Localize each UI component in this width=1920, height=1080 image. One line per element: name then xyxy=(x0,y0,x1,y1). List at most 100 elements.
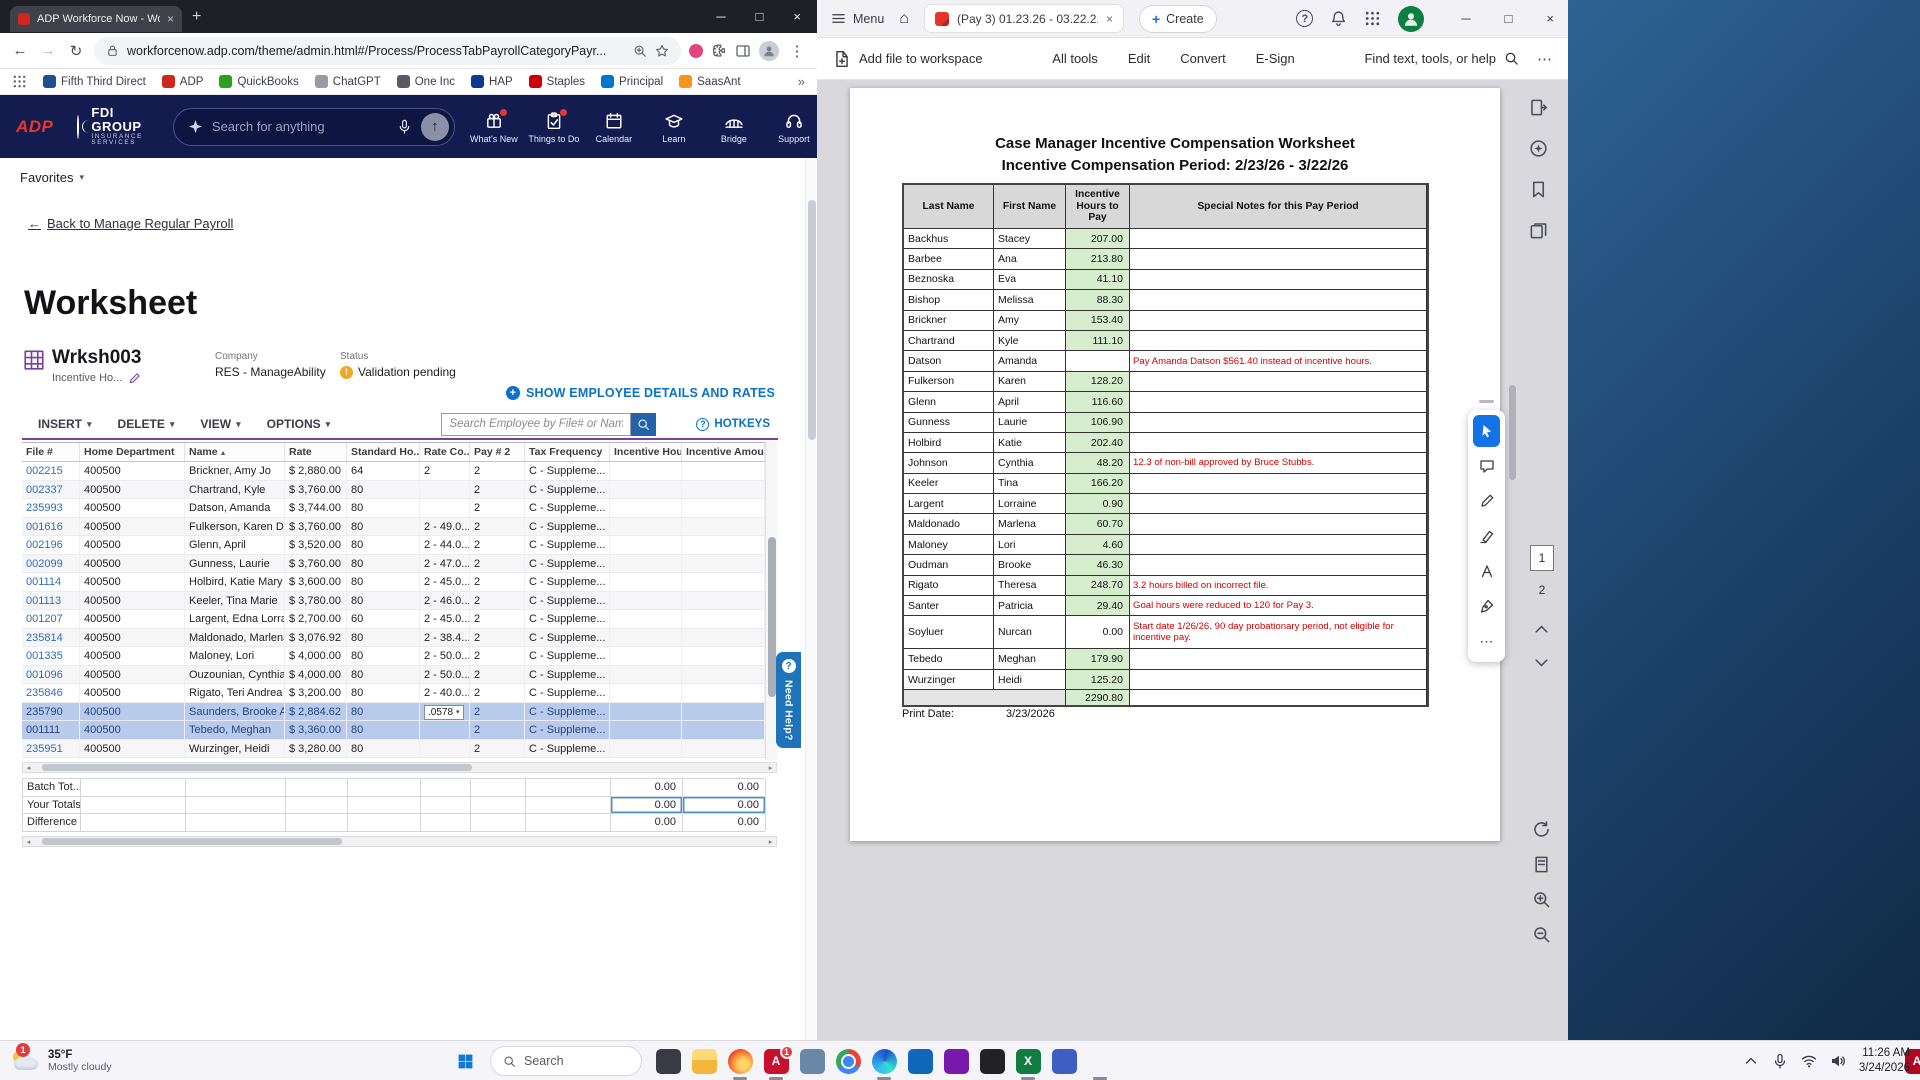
grid-row[interactable]: 002337400500Chartrand, Kyle$ 3,760.00802… xyxy=(22,481,765,500)
file-number-cell[interactable]: 001111 xyxy=(22,721,80,739)
employee-search-button[interactable] xyxy=(631,413,656,436)
bookmark-hap[interactable]: HAP xyxy=(471,75,513,88)
incentive-hours-cell[interactable] xyxy=(610,647,682,665)
file-number-cell[interactable]: 002196 xyxy=(22,536,80,554)
bookmark-one-inc[interactable]: One Inc xyxy=(397,75,455,88)
incentive-amount-cell[interactable] xyxy=(682,536,765,554)
comment-tool-button[interactable] xyxy=(1473,450,1500,482)
apps-grid-icon[interactable] xyxy=(1364,10,1381,27)
column-header[interactable]: Tax Frequency xyxy=(525,443,610,461)
file-number-cell[interactable]: 002337 xyxy=(22,481,80,499)
column-header[interactable]: Rate xyxy=(285,443,347,461)
file-number-cell[interactable]: 002215 xyxy=(22,462,80,480)
page-thumbnail-1[interactable]: 1 xyxy=(1530,545,1554,571)
back-to-payroll-link[interactable]: ←Back to Manage Regular Payroll xyxy=(28,216,233,231)
grid-row[interactable]: 002196400500Glenn, April$ 3,520.00802 - … xyxy=(22,536,765,555)
mic-icon[interactable] xyxy=(1772,1053,1788,1069)
export-pdf-icon[interactable] xyxy=(1529,98,1548,117)
column-header[interactable]: File # xyxy=(22,443,80,461)
incentive-hours-cell[interactable] xyxy=(610,462,682,480)
adp-nav-bridge[interactable]: Bridge xyxy=(707,110,761,144)
incentive-hours-cell[interactable] xyxy=(610,573,682,591)
incentive-hours-cell[interactable] xyxy=(610,592,682,610)
file-number-cell[interactable]: 001114 xyxy=(22,573,80,591)
incentive-amount-cell[interactable] xyxy=(682,647,765,665)
file-number-cell[interactable]: 001096 xyxy=(22,666,80,684)
file-number-cell[interactable]: 001113 xyxy=(22,592,80,610)
file-number-cell[interactable]: 235951 xyxy=(22,740,80,758)
column-header[interactable]: Pay # 2 xyxy=(470,443,525,461)
start-button[interactable] xyxy=(448,1044,482,1078)
incentive-amount-cell[interactable] xyxy=(682,684,765,702)
taskbar-app-edge[interactable] xyxy=(866,1041,902,1080)
bookmark-staples[interactable]: Staples xyxy=(529,75,585,88)
browser-menu-icon[interactable]: ⋮ xyxy=(787,42,807,60)
taskbar-app-firefox[interactable] xyxy=(722,1041,758,1080)
wifi-icon[interactable] xyxy=(1801,1053,1817,1069)
grid-horizontal-scrollbar[interactable]: ◂▸ xyxy=(22,762,777,773)
scrollbar-thumb[interactable] xyxy=(42,764,472,771)
taskbar-app-quickbooks[interactable] xyxy=(974,1041,1010,1080)
site-info-icon[interactable] xyxy=(106,44,119,57)
incentive-amount-cell[interactable] xyxy=(682,610,765,628)
maximize-button[interactable]: □ xyxy=(1505,11,1513,26)
new-tab-button[interactable]: + xyxy=(192,8,201,26)
taskbar-search-input[interactable] xyxy=(524,1054,629,1068)
refresh-icon[interactable] xyxy=(1532,820,1551,839)
toolbar-drag-handle[interactable] xyxy=(1479,400,1494,403)
scroll-right-icon[interactable]: ▸ xyxy=(765,763,776,772)
grid-row[interactable]: 001335400500Maloney, Lori$ 4,000.00802 -… xyxy=(22,647,765,666)
grid-row[interactable]: 001114400500Holbird, Katie Mary$ 3,600.0… xyxy=(22,573,765,592)
incentive-amount-cell[interactable] xyxy=(682,703,765,721)
taskbar-clock[interactable]: 11:26 AM 3/24/2026 xyxy=(1859,1046,1910,1076)
acrobat-scrollbar[interactable] xyxy=(1508,80,1517,1040)
incentive-amount-cell[interactable] xyxy=(682,629,765,647)
menu-insert[interactable]: INSERT▾ xyxy=(38,417,92,431)
incentive-hours-cell[interactable] xyxy=(610,684,682,702)
bookmark-star-icon[interactable] xyxy=(655,44,669,58)
grid-row[interactable]: 001616400500Fulkerson, Karen Danz$ 3,760… xyxy=(22,518,765,537)
incentive-hours-cell[interactable] xyxy=(610,499,682,517)
hotkeys-button[interactable]: ? HOTKEYS xyxy=(696,418,770,431)
bookmarks-apps-icon[interactable] xyxy=(12,74,27,89)
scrollbar-thumb[interactable] xyxy=(42,838,342,845)
taskbar-app-excel[interactable]: X xyxy=(1010,1041,1046,1080)
incentive-hours-cell[interactable] xyxy=(610,536,682,554)
taskbar-app-office-grid[interactable] xyxy=(1046,1041,1082,1080)
adp-nav-calendar[interactable]: Calendar xyxy=(587,110,641,144)
grid-row[interactable]: 235993400500Datson, Amanda$ 3,744.00802C… xyxy=(22,499,765,518)
taskbar-app-chrome[interactable] xyxy=(830,1041,866,1080)
browser-page-scrollbar[interactable] xyxy=(805,158,817,1040)
rate-code-dropdown[interactable]: .0578▾ xyxy=(424,705,464,720)
incentive-hours-cell[interactable] xyxy=(610,721,682,739)
taskbar-app-phone-link[interactable] xyxy=(650,1041,686,1080)
select-tool-button[interactable] xyxy=(1473,415,1500,447)
adp-nav-what-s-new[interactable]: What's New xyxy=(467,110,521,144)
all-tools-tab[interactable]: All tools xyxy=(1052,51,1098,66)
taskbar-search[interactable] xyxy=(490,1046,642,1076)
column-header[interactable]: Rate Co... xyxy=(420,443,470,461)
column-header[interactable]: Incentive Amount xyxy=(682,443,765,461)
e-sign-tab[interactable]: E-Sign xyxy=(1256,51,1295,66)
account-avatar[interactable] xyxy=(1398,6,1424,32)
file-number-cell[interactable]: 235814 xyxy=(22,629,80,647)
create-button[interactable]: + Create xyxy=(1139,5,1217,33)
fit-page-icon[interactable] xyxy=(1532,855,1551,874)
column-header[interactable]: Standard Ho... xyxy=(347,443,420,461)
scroll-right-icon[interactable]: ▸ xyxy=(765,837,776,846)
grid-row[interactable]: 001207400500Largent, Edna Lorraine$ 2,70… xyxy=(22,610,765,629)
grid-row[interactable]: 235846400500Rigato, Teri Andrea$ 3,200.0… xyxy=(22,684,765,703)
scrollbar-thumb[interactable] xyxy=(1509,385,1516,480)
sidebar-toggle-icon[interactable] xyxy=(735,43,751,59)
incentive-amount-cell[interactable] xyxy=(682,462,765,480)
taskbar-app-outlook[interactable] xyxy=(902,1041,938,1080)
organize-pages-icon[interactable] xyxy=(1529,221,1548,240)
scroll-left-icon[interactable]: ◂ xyxy=(23,837,34,846)
show-employee-details-link[interactable]: + SHOW EMPLOYEE DETAILS AND RATES xyxy=(506,386,775,400)
minimize-button[interactable]: ─ xyxy=(716,9,725,24)
adp-logo[interactable]: ADP xyxy=(16,117,53,137)
toolbar-more-icon[interactable]: ⋯ xyxy=(1537,50,1552,68)
search-submit-button[interactable]: ↑ xyxy=(421,113,449,141)
chevron-up-icon[interactable] xyxy=(1532,620,1551,639)
file-number-cell[interactable]: 001207 xyxy=(22,610,80,628)
